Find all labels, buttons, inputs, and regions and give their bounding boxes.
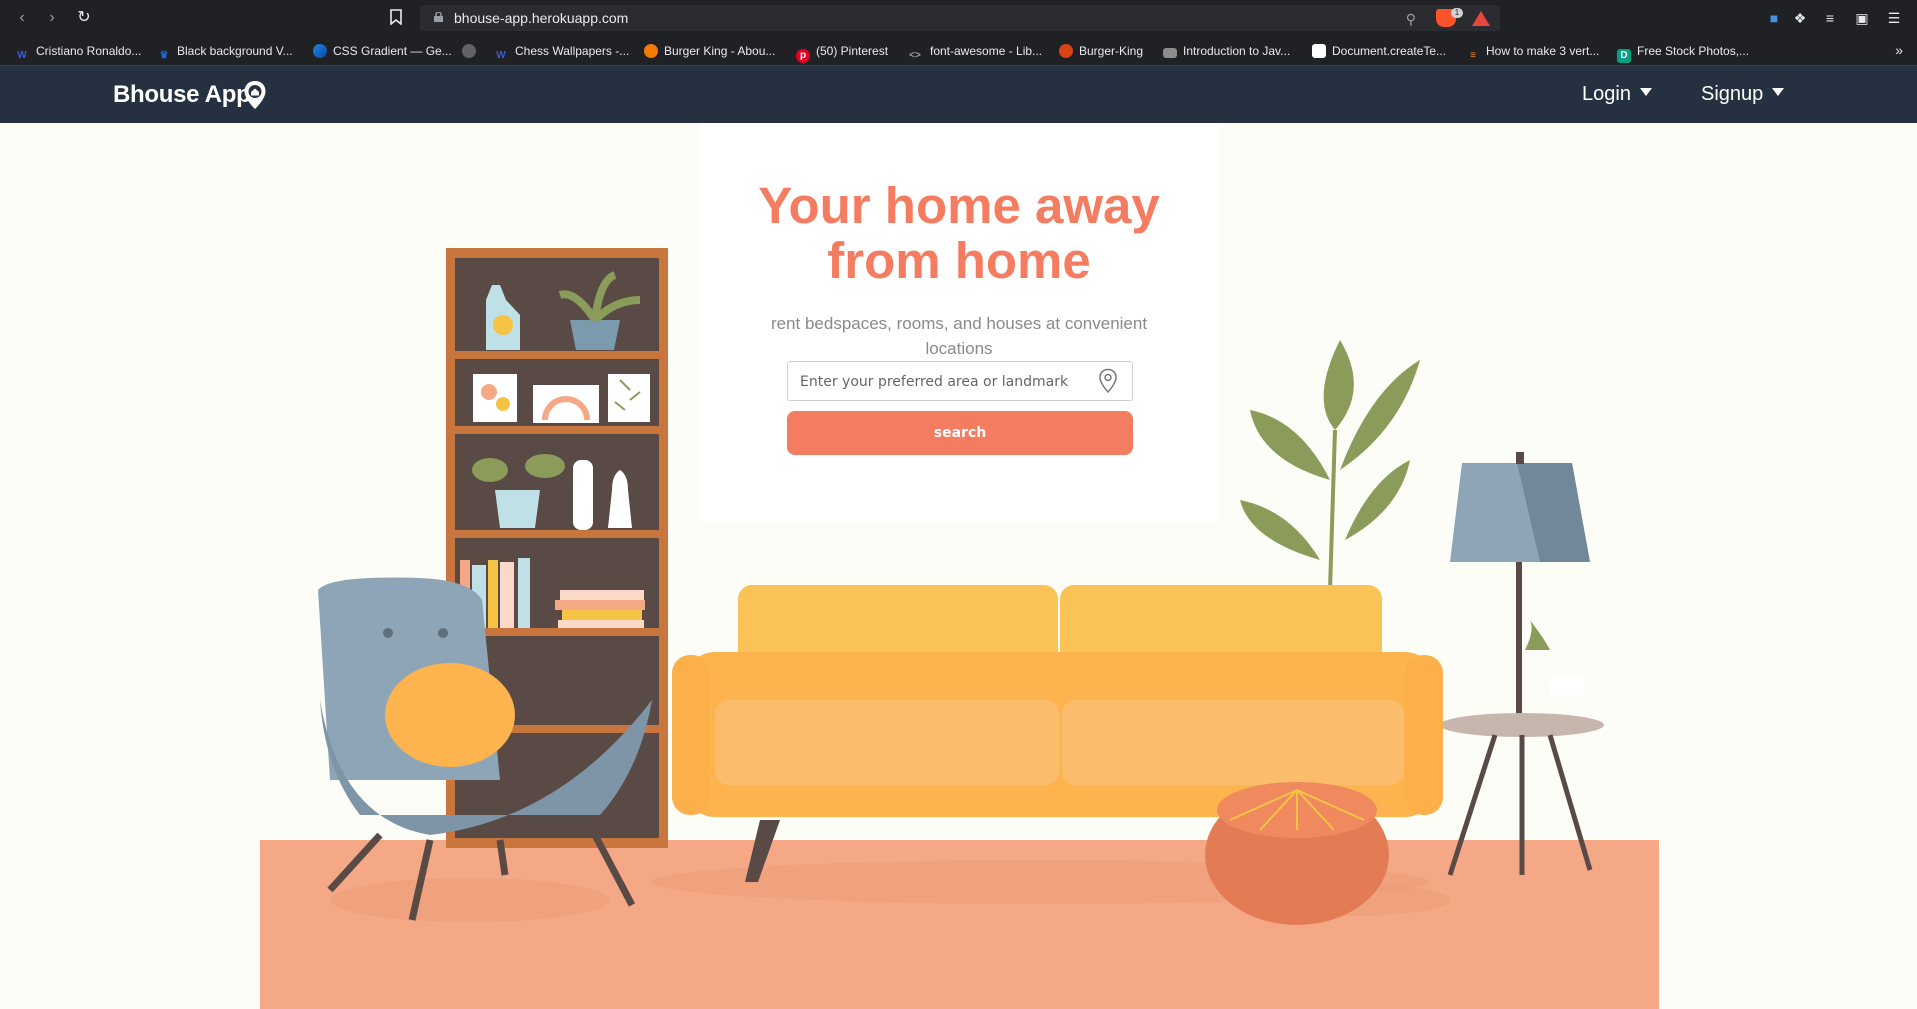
- plant: [1240, 340, 1420, 591]
- location-pin-icon[interactable]: [1098, 368, 1118, 394]
- search-button[interactable]: search: [787, 411, 1133, 455]
- hero-title: Your home away from home: [700, 178, 1218, 288]
- hero-title-line2: from home: [827, 232, 1091, 289]
- search-box[interactable]: [787, 361, 1133, 401]
- hero-subtitle: rent bedspaces, rooms, and houses at con…: [770, 314, 1148, 358]
- pouf: [1205, 782, 1389, 925]
- hero-title-line1: Your home away: [758, 177, 1160, 234]
- search-input[interactable]: [800, 372, 1090, 392]
